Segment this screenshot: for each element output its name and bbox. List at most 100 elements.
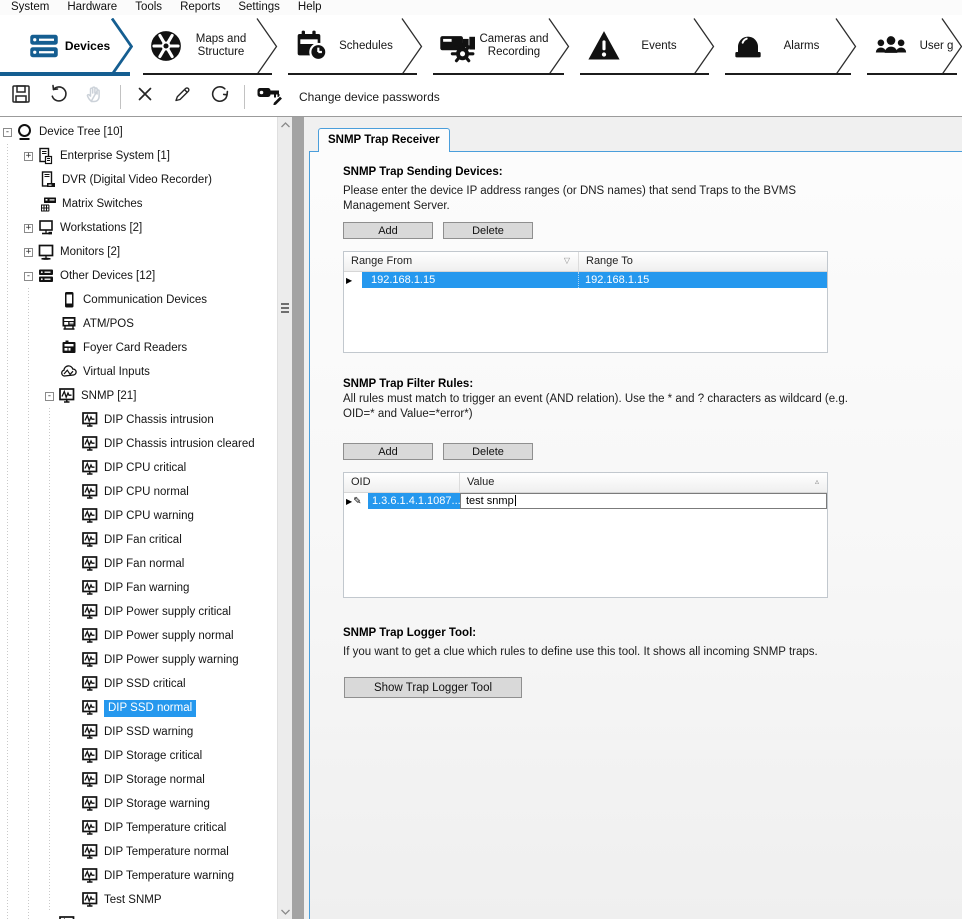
tree-item-test-snmp[interactable]: Test SNMP <box>0 888 277 912</box>
tree-item-dip-fan-normal[interactable]: DIP Fan normal <box>0 552 277 576</box>
collapse-expander-icon[interactable]: - <box>24 272 33 281</box>
menu-reports[interactable]: Reports <box>171 0 229 15</box>
tree-item-label: DIP Power supply warning <box>104 654 239 666</box>
column-header-range-from[interactable]: Range From▽ <box>344 252 579 271</box>
tree-item-label: DIP SSD normal <box>104 700 196 717</box>
refresh-button[interactable] <box>204 82 234 112</box>
snmp-icon <box>81 603 99 621</box>
value-cell-editor[interactable]: test snmp <box>460 493 827 509</box>
tree-item-dip-temperature-warning[interactable]: DIP Temperature warning <box>0 864 277 888</box>
sending-add-button[interactable]: Add <box>343 222 433 239</box>
tree-item-dip-chassis-intrusion-cleared[interactable]: DIP Chassis intrusion cleared <box>0 432 277 456</box>
change-device-passwords-button[interactable] <box>254 82 288 112</box>
tab-schedules[interactable]: Schedules <box>278 15 423 77</box>
tree-item-dip-fan-warning[interactable]: DIP Fan warning <box>0 576 277 600</box>
tree-item-other-devices-12[interactable]: - Other Devices [12] <box>0 264 277 288</box>
expand-expander-icon[interactable]: + <box>24 152 33 161</box>
device-tree-icon <box>16 123 34 141</box>
tree-item-workstations-2[interactable]: +Workstations [2] <box>0 216 277 240</box>
sending-delete-button[interactable]: Delete <box>443 222 533 239</box>
row-edit-indicator-icon: ▶✎ <box>344 493 368 509</box>
show-trap-logger-button[interactable]: Show Trap Logger Tool <box>344 677 522 698</box>
range-table-row[interactable]: ▶192.168.1.15192.168.1.15 <box>344 272 827 288</box>
tree-item-virtual-inputs[interactable]: Virtual Inputs <box>0 360 277 384</box>
tab-maps-structure[interactable]: Maps and Structure <box>133 15 278 77</box>
tree-item-dip-cpu-warning[interactable]: DIP CPU warning <box>0 504 277 528</box>
column-header-range-to[interactable]: Range To <box>579 252 827 271</box>
oid-cell[interactable]: 1.3.6.1.4.1.1087... <box>368 493 460 509</box>
tree-item-dip-power-supply-warning[interactable]: DIP Power supply warning <box>0 648 277 672</box>
tab-cameras-recording[interactable]: Cameras and Recording <box>423 15 570 77</box>
tree-item-monitors-2[interactable]: +Monitors [2] <box>0 240 277 264</box>
filter-add-button[interactable]: Add <box>343 443 433 460</box>
tree-item-dip-power-supply-normal[interactable]: DIP Power supply normal <box>0 624 277 648</box>
menu-system[interactable]: System <box>2 0 58 15</box>
toolbar: Change device passwords <box>0 77 962 117</box>
pencil-icon <box>171 83 193 110</box>
tree-item-atmpos[interactable]: ATM/POS <box>0 312 277 336</box>
tree-item-dip-ssd-critical[interactable]: DIP SSD critical <box>0 672 277 696</box>
save-button[interactable] <box>6 82 36 112</box>
tab-chevron-separator <box>548 18 570 77</box>
tree-item-dvr-digital-video-recorder[interactable]: DVR (Digital Video Recorder) <box>0 168 277 192</box>
tree-item-dip-power-supply-critical[interactable]: DIP Power supply critical <box>0 600 277 624</box>
menu-settings[interactable]: Settings <box>229 0 289 15</box>
collapse-expander-icon[interactable]: - <box>3 128 12 137</box>
scrollbar-thumb[interactable] <box>281 303 289 315</box>
filter-rule-row[interactable]: ▶✎1.3.6.1.4.1.1087...test snmp <box>344 493 827 509</box>
edit-button[interactable] <box>167 82 197 112</box>
range-from-cell[interactable]: 192.168.1.15 <box>362 272 579 288</box>
tree-item-dip-fan-critical[interactable]: DIP Fan critical <box>0 528 277 552</box>
cameras-recording-icon <box>438 29 478 63</box>
range-to-cell[interactable]: 192.168.1.15 <box>579 272 827 288</box>
tree-item-dip-chassis-intrusion[interactable]: DIP Chassis intrusion <box>0 408 277 432</box>
tree-scrollbar[interactable] <box>277 117 292 919</box>
tree-item-foyer-card-readers[interactable]: Foyer Card Readers <box>0 336 277 360</box>
tree-item-label: SNMP [21] <box>81 390 136 402</box>
tree-item-dip-storage-warning[interactable]: DIP Storage warning <box>0 792 277 816</box>
snmp-icon <box>81 867 99 885</box>
tree-item-label: Other Devices [12] <box>60 270 155 282</box>
tab-chevron-separator <box>401 18 423 77</box>
expand-expander-icon[interactable]: + <box>24 248 33 257</box>
delete-button[interactable] <box>130 82 160 112</box>
pan-button[interactable] <box>80 82 110 112</box>
tree-item-partial[interactable]: + <box>0 912 277 919</box>
tree-item-dip-temperature-normal[interactable]: DIP Temperature normal <box>0 840 277 864</box>
undo-button[interactable] <box>43 82 73 112</box>
menu-hardware[interactable]: Hardware <box>58 0 126 15</box>
tab-devices[interactable]: Devices <box>0 15 133 77</box>
column-header-value[interactable]: Value▵ <box>460 473 827 492</box>
tree-item-dip-cpu-normal[interactable]: DIP CPU normal <box>0 480 277 504</box>
column-header-oid[interactable]: OID <box>344 473 460 492</box>
panel-splitter[interactable] <box>292 117 304 919</box>
scroll-up-button[interactable] <box>278 117 292 132</box>
filter-rules-description: All rules must match to trigger an event… <box>343 392 859 422</box>
tab-snmp-trap-receiver[interactable]: SNMP Trap Receiver <box>318 128 450 152</box>
tree-item-label: ATM/POS <box>83 318 134 330</box>
tree-item-label: DIP Storage warning <box>104 798 210 810</box>
tree-item-dip-ssd-warning[interactable]: DIP SSD warning <box>0 720 277 744</box>
tree-item-label: Test SNMP <box>104 894 162 906</box>
tree-item-device-tree-10[interactable]: -Device Tree [10] <box>0 120 277 144</box>
tab-alarms[interactable]: Alarms <box>715 15 857 77</box>
tab-user-groups[interactable]: User g <box>857 15 962 77</box>
tab-events[interactable]: Events <box>570 15 715 77</box>
tree-item-enterprise-system-1[interactable]: +Enterprise System [1] <box>0 144 277 168</box>
expand-expander-icon[interactable]: + <box>24 224 33 233</box>
tree-item-dip-temperature-critical[interactable]: DIP Temperature critical <box>0 816 277 840</box>
scroll-down-button[interactable] <box>278 904 292 919</box>
filter-delete-button[interactable]: Delete <box>443 443 533 460</box>
tab-underline <box>143 73 272 75</box>
tree-item-dip-ssd-normal[interactable]: DIP SSD normal <box>0 696 277 720</box>
menu-tools[interactable]: Tools <box>126 0 171 15</box>
menu-help[interactable]: Help <box>289 0 331 15</box>
tree-item-dip-storage-normal[interactable]: DIP Storage normal <box>0 768 277 792</box>
tree-item-matrix-switches[interactable]: Matrix Switches <box>0 192 277 216</box>
tree-item-dip-cpu-critical[interactable]: DIP CPU critical <box>0 456 277 480</box>
collapse-expander-icon[interactable]: - <box>45 392 54 401</box>
tree-item-communication-devices[interactable]: Communication Devices <box>0 288 277 312</box>
tree-item-dip-storage-critical[interactable]: DIP Storage critical <box>0 744 277 768</box>
snmp-icon <box>58 387 76 405</box>
tree-item-snmp-21[interactable]: - SNMP [21] <box>0 384 277 408</box>
